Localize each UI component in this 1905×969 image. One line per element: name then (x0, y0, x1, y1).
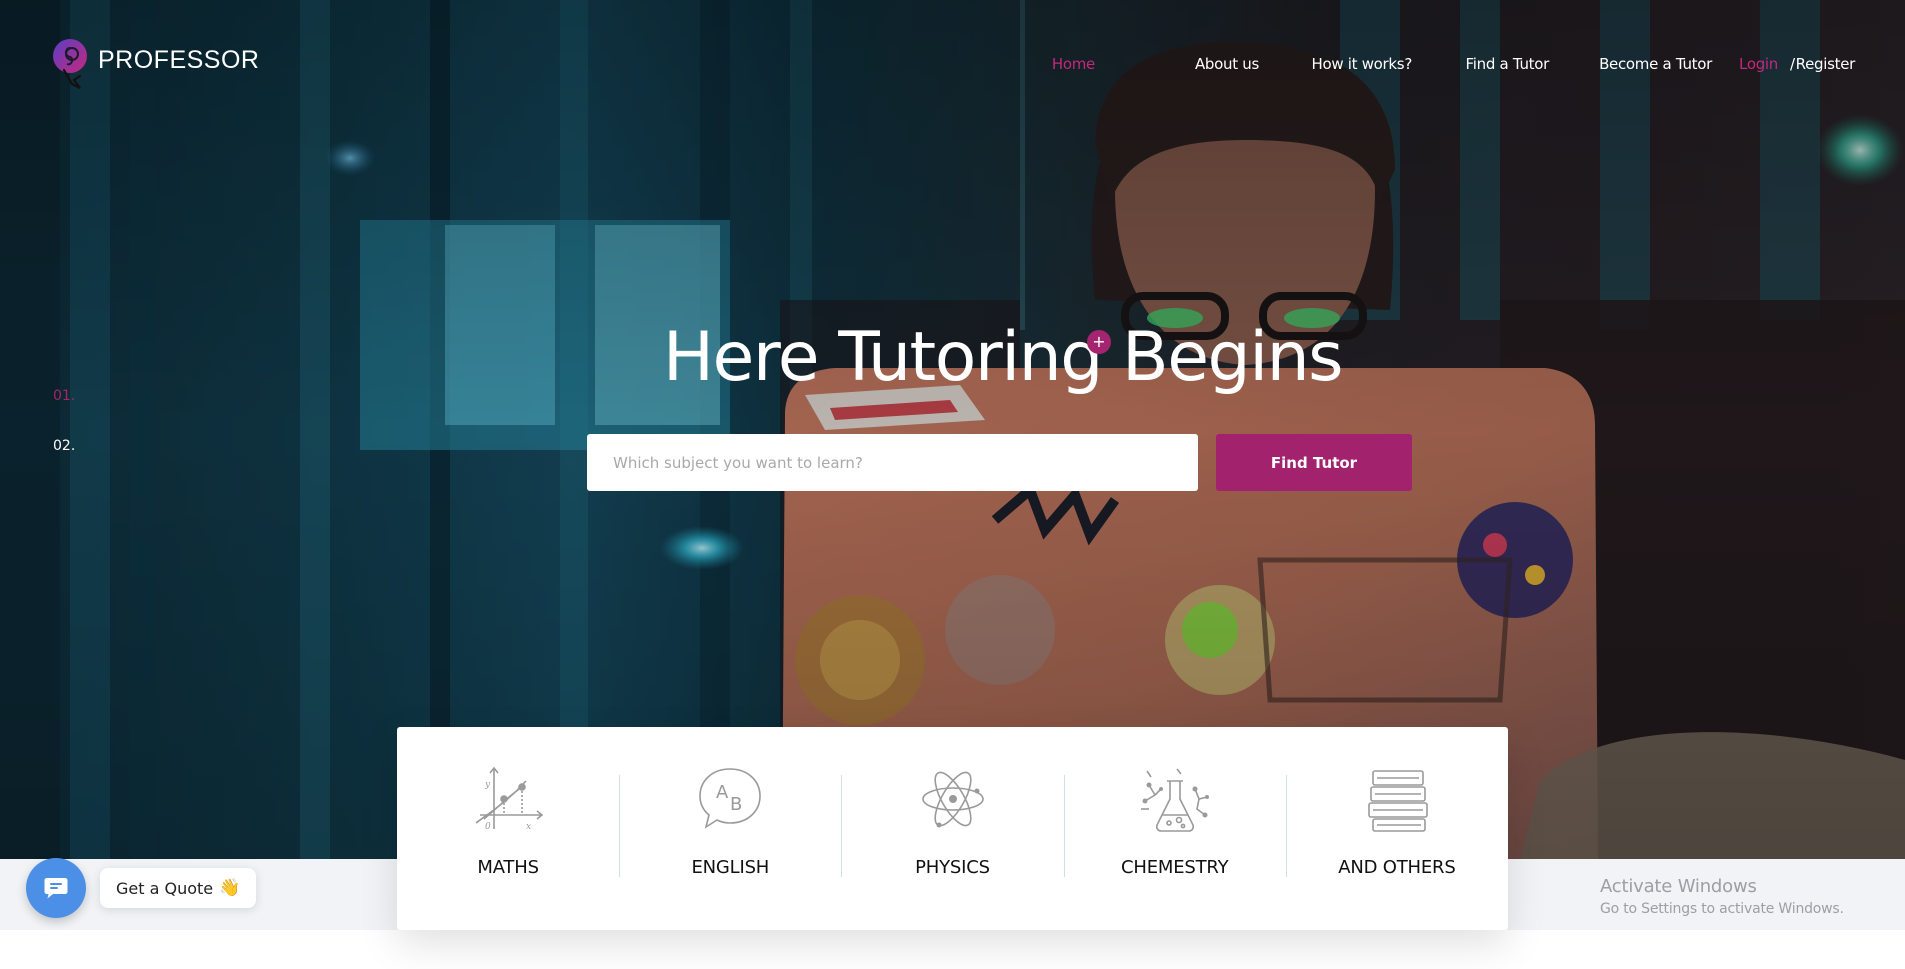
slide-index-02[interactable]: 02. (53, 438, 75, 454)
nav-about[interactable]: About us (1195, 55, 1259, 73)
subject-category-card: y 0 x MATHS A B ENGLISH PHYSICS CHEMESTR… (397, 727, 1508, 930)
nav-how-it-works[interactable]: How it works? (1312, 55, 1413, 73)
flask-icon (1140, 768, 1209, 832)
subject-label: PHYSICS (915, 857, 990, 878)
atom-icon (921, 771, 984, 828)
books-stack-icon (1368, 770, 1428, 832)
brand-name: PROFESSOR (98, 45, 260, 74)
nav-home[interactable]: Home (1052, 55, 1095, 73)
nav-register[interactable]: Register (1796, 55, 1856, 73)
svg-text:B: B (730, 794, 742, 815)
watermark-subtitle: Go to Settings to activate Windows. (1600, 901, 1844, 917)
subject-chemistry[interactable]: CHEMESTRY (1063, 727, 1286, 930)
subject-label: ENGLISH (691, 857, 770, 878)
activate-windows-watermark: Activate Windows Go to Settings to activ… (1600, 876, 1844, 917)
subject-maths[interactable]: y 0 x MATHS (397, 727, 619, 930)
waving-hand-icon: 👋 (219, 878, 241, 898)
svg-text:y: y (484, 780, 491, 790)
page-below-fold (0, 930, 1905, 969)
subject-search-input[interactable] (587, 434, 1198, 491)
find-tutor-button[interactable]: Find Tutor (1216, 434, 1412, 491)
speech-bubble-ab-icon: A B (699, 768, 762, 829)
plus-badge[interactable]: + (1087, 330, 1111, 354)
subject-label: CHEMESTRY (1121, 857, 1229, 878)
subject-label: MATHS (477, 857, 539, 878)
subject-others[interactable]: AND OTHERS (1285, 727, 1508, 930)
watermark-title: Activate Windows (1600, 876, 1757, 897)
hero-title: Here Tutoring Begins (662, 318, 1344, 397)
get-quote-button[interactable]: Get a Quote 👋 (100, 868, 257, 908)
nav-login[interactable]: Login (1739, 55, 1778, 73)
subject-physics[interactable]: PHYSICS (841, 727, 1063, 930)
subject-label: AND OTHERS (1338, 857, 1456, 878)
graph-axes-icon: y 0 x (475, 766, 544, 832)
chat-launcher-button[interactable] (26, 858, 86, 918)
svg-text:A: A (716, 782, 729, 803)
nav-become-tutor[interactable]: Become a Tutor (1599, 55, 1712, 73)
chat-bubble-icon (44, 878, 68, 899)
lightbulb-logo-icon (53, 39, 87, 89)
nav-separator: / (1789, 55, 1795, 73)
svg-text:0: 0 (485, 822, 491, 832)
svg-text:x: x (526, 822, 531, 832)
subject-english[interactable]: A B ENGLISH (619, 727, 841, 930)
nav-find-tutor[interactable]: Find a Tutor (1466, 55, 1550, 73)
get-quote-label: Get a Quote (116, 878, 214, 898)
site-header: PROFESSOR Home About us How it works? Fi… (0, 0, 1905, 130)
brand-logo[interactable]: PROFESSOR (50, 36, 259, 94)
